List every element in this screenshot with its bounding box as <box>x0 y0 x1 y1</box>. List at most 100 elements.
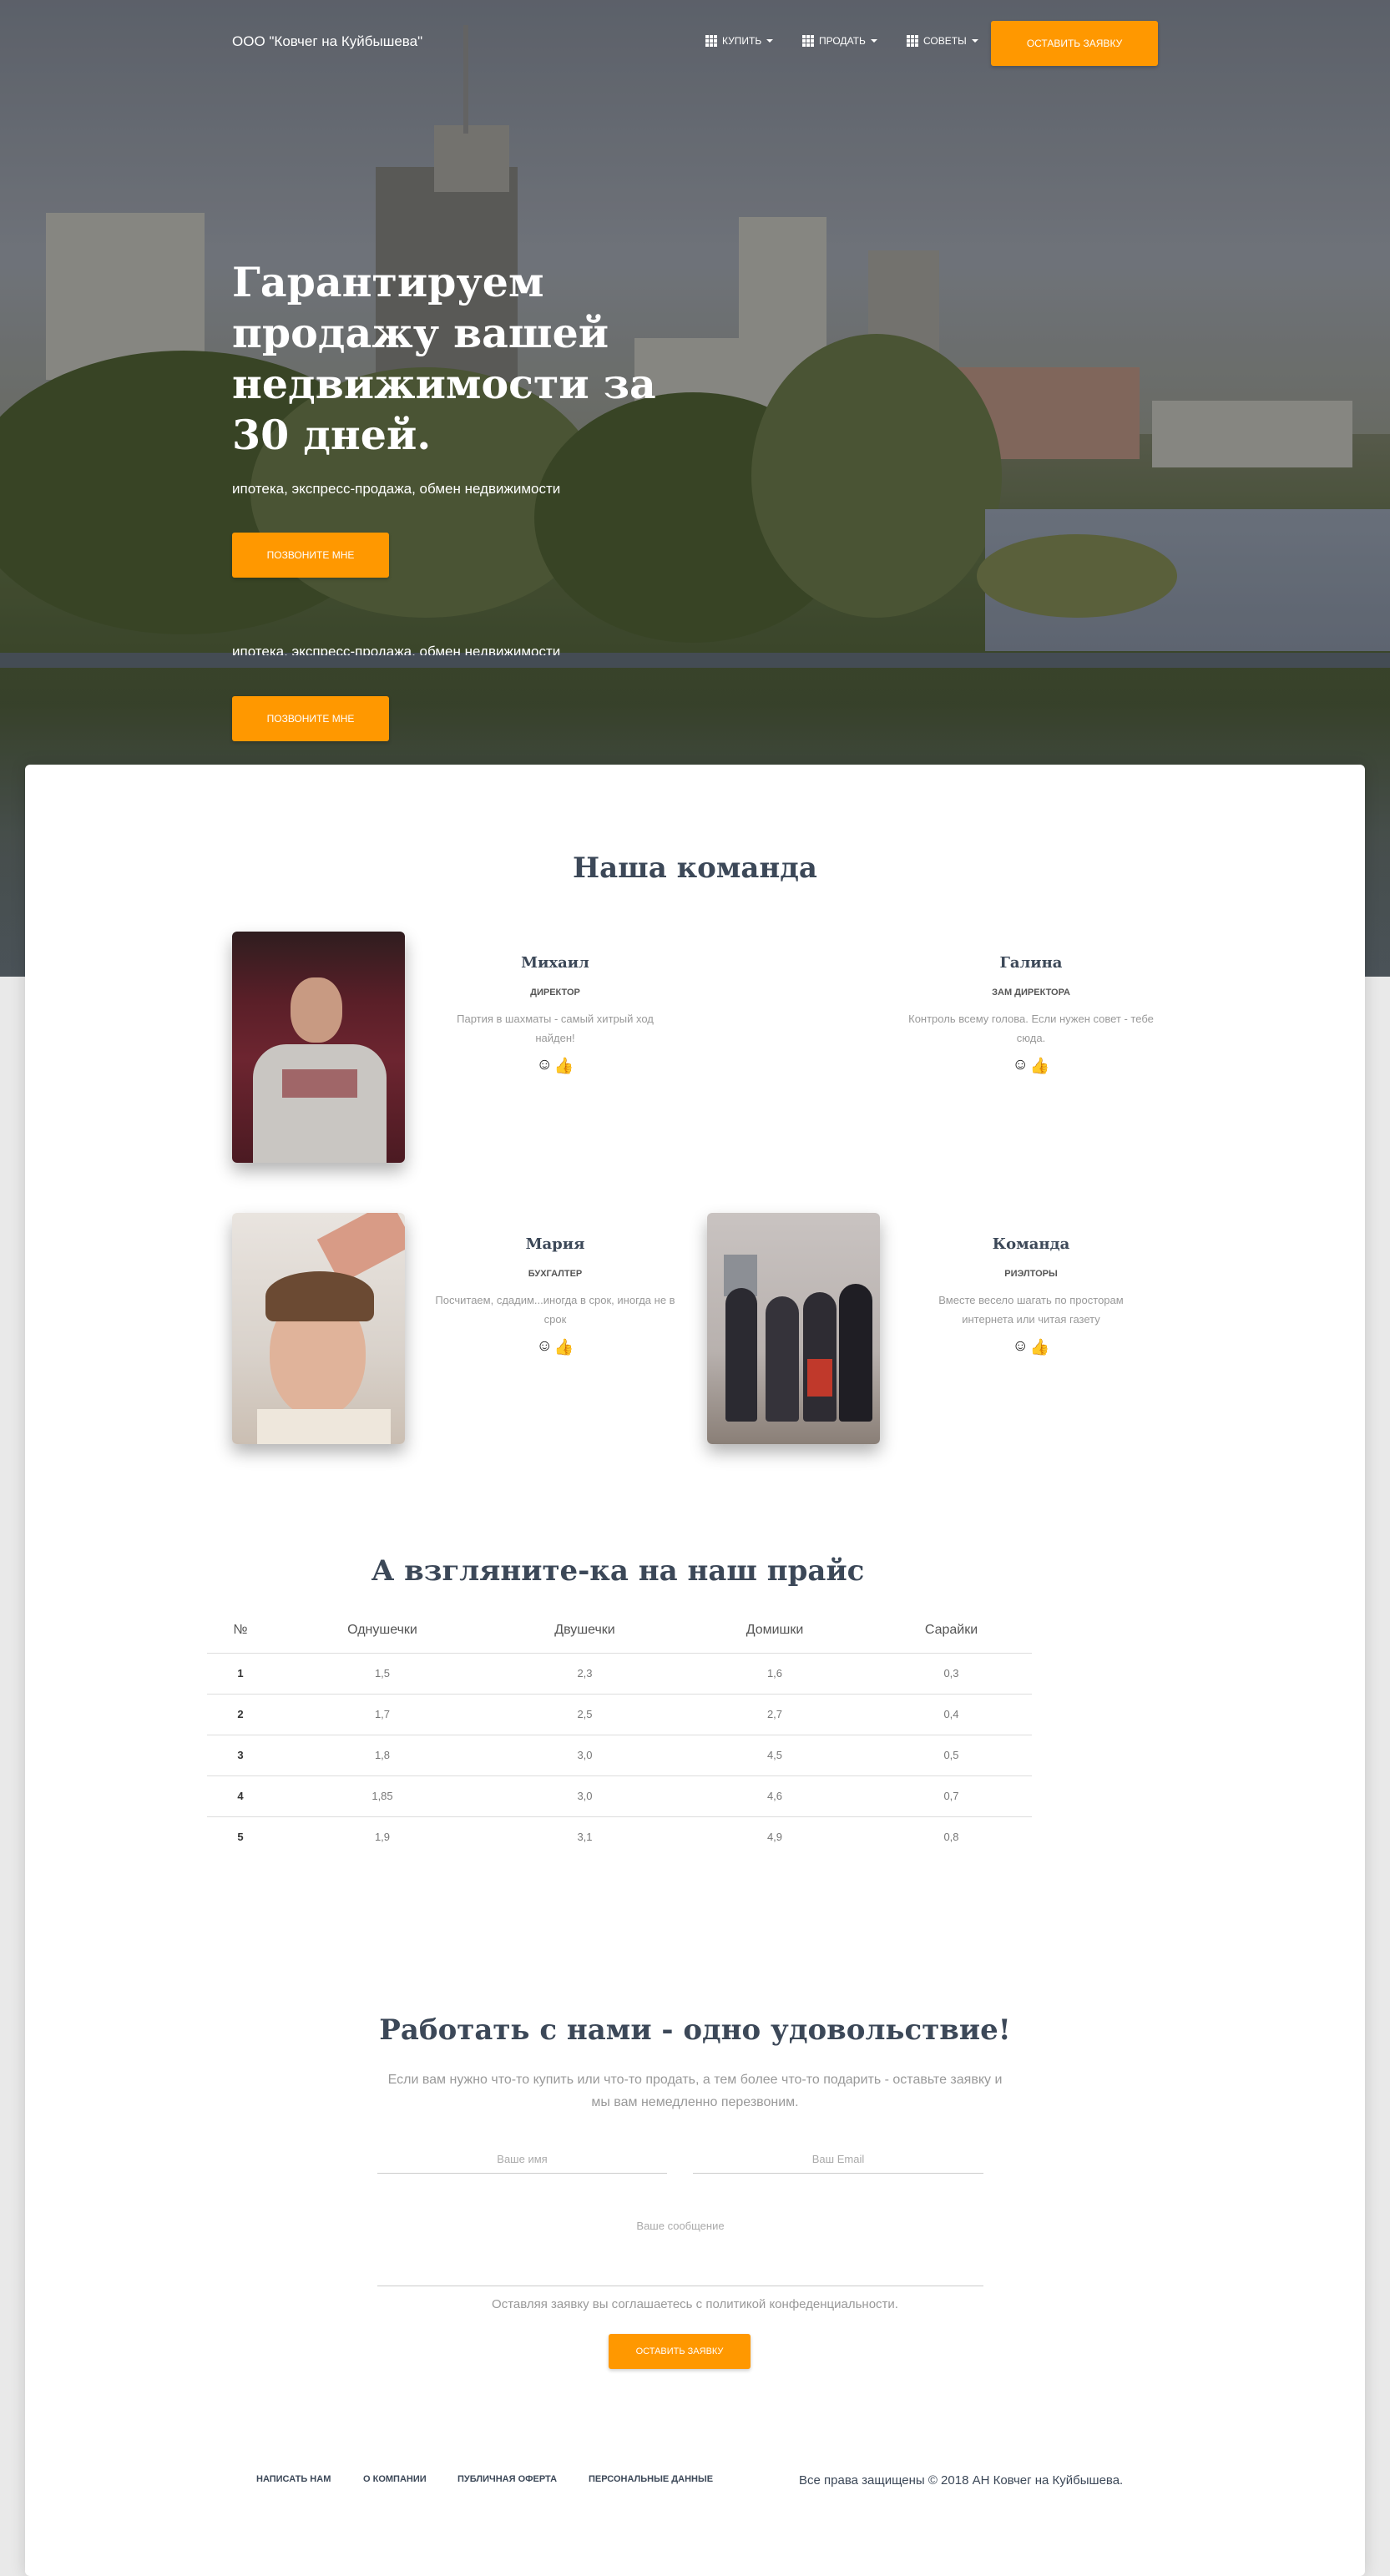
contact-title: Работать с нами - одно удовольствие! <box>379 2013 1011 2047</box>
thumbs-up-icon[interactable]: 👍 <box>1030 1056 1050 1076</box>
table-header-cell: Сарайки <box>871 1608 1032 1654</box>
photo-person <box>839 1284 872 1422</box>
table-cell: 2 <box>207 1694 274 1735</box>
table-cell: 3,0 <box>491 1735 679 1776</box>
footer-link-contact[interactable]: НАПИСАТЬ НАМ <box>256 2474 331 2484</box>
hero-subtitle: ипотека, экспресс-продажа, обмен недвижи… <box>232 481 561 497</box>
table-cell: 4 <box>207 1775 274 1817</box>
nav-request-button[interactable]: ОСТАВИТЬ ЗАЯВКУ <box>991 21 1158 66</box>
table-cell: 2,7 <box>679 1694 871 1735</box>
footer-link-personal-data[interactable]: ПЕРСОНАЛЬНЫЕ ДАННЫЕ <box>589 2474 713 2484</box>
table-cell: 1,6 <box>679 1653 871 1695</box>
photo-person <box>766 1296 799 1422</box>
nav-buy-label: КУПИТЬ <box>722 35 762 47</box>
table-header-cell: Однушечки <box>274 1608 491 1654</box>
photo-shirt-print <box>282 1069 357 1098</box>
photo-team <box>707 1213 880 1444</box>
table-cell: 0,4 <box>871 1694 1032 1735</box>
smile-icon[interactable]: ☺ <box>536 1337 552 1357</box>
member-role: БУХГАЛТЕР <box>528 1269 583 1279</box>
member-name: Михаил <box>521 954 589 972</box>
photo-top <box>257 1409 391 1444</box>
photo-person <box>803 1292 837 1422</box>
member-role: ЗАМ ДИРЕКТОРА <box>992 987 1070 998</box>
member-desc: Контроль всему голова. Если нужен совет … <box>908 1013 1154 1044</box>
privacy-notice: Оставляя заявку вы соглашаетесь с полити… <box>492 2297 898 2311</box>
apps-icon <box>802 35 814 47</box>
table-cell: 1,85 <box>274 1775 491 1817</box>
table-cell: 5 <box>237 1831 244 1844</box>
table-cell: 2,3 <box>491 1653 679 1695</box>
nav-tips[interactable]: СОВЕТЫ <box>907 35 978 47</box>
call-me-button-duplicate[interactable]: ПОЗВОНИТЕ МНЕ <box>232 696 389 741</box>
pricing-table: № Однушечки Двушечки Домишки Сарайки 1 1… <box>207 1608 1032 1857</box>
table-header-cell: Домишки <box>679 1608 871 1654</box>
table-cell: 1,5 <box>274 1653 491 1695</box>
nav-tips-label: СОВЕТЫ <box>923 35 967 47</box>
photo-hair <box>265 1271 374 1321</box>
thumbs-up-icon[interactable]: 👍 <box>1030 1337 1050 1357</box>
caret-down-icon <box>766 39 774 43</box>
footer-link-offer[interactable]: ПУБЛИЧНАЯ ОФЕРТА <box>457 2474 557 2484</box>
nav-buy[interactable]: КУПИТЬ <box>705 35 774 47</box>
photo-mikhail <box>232 932 405 1163</box>
thumbs-up-icon[interactable]: 👍 <box>554 1056 574 1076</box>
table-cell: 0,8 <box>943 1831 959 1844</box>
table-cell: 1,8 <box>274 1735 491 1776</box>
member-role: ДИРЕКТОР <box>530 987 580 998</box>
table-cell: 0,3 <box>871 1653 1032 1695</box>
table-cell: 4,6 <box>679 1775 871 1817</box>
member-name: Галина <box>999 954 1063 972</box>
table-header-cell: № <box>207 1608 274 1654</box>
pricing-title: А взгляните-ка на наш прайс <box>371 1554 865 1588</box>
table-cell: 2,5 <box>491 1694 679 1735</box>
contact-intro: Если вам нужно что-то купить или что-то … <box>387 2073 1003 2109</box>
table-header-cell: Двушечки <box>491 1608 679 1654</box>
submit-request-button[interactable]: ОСТАВИТЬ ЗАЯВКУ <box>609 2334 751 2369</box>
footer-link-about[interactable]: О КОМПАНИИ <box>363 2474 427 2484</box>
table-cell: 4,5 <box>679 1735 871 1776</box>
table-header: № Однушечки Двушечки Домишки Сарайки <box>207 1608 1032 1654</box>
table-row: 4 1,85 3,0 4,6 0,7 <box>207 1775 1032 1817</box>
apps-icon <box>705 35 717 47</box>
member-name: Команда <box>992 1235 1070 1253</box>
caret-down-icon <box>870 39 877 43</box>
table-cell: 0,5 <box>871 1735 1032 1776</box>
table-row: 5 1,9 3,1 4,9 0,8 <box>207 1816 1032 1857</box>
nav-sell[interactable]: ПРОДАТЬ <box>802 35 877 47</box>
name-field[interactable]: Ваше имя <box>377 2150 667 2174</box>
email-field[interactable]: Ваш Email <box>693 2150 983 2174</box>
smile-icon[interactable]: ☺ <box>536 1056 552 1076</box>
table-cell: 0,7 <box>871 1775 1032 1817</box>
thumbs-up-icon[interactable]: 👍 <box>554 1337 574 1357</box>
member-desc: Вместе весело шагать по просторам интерн… <box>938 1294 1124 1326</box>
team-title: Наша команда <box>573 851 817 885</box>
table-row: 1 1,5 2,3 1,6 0,3 <box>207 1653 1032 1695</box>
table-cell: 3,0 <box>491 1775 679 1817</box>
member-icons: ☺ 👍 <box>447 1056 664 1076</box>
table-row: 2 1,7 2,5 2,7 0,4 <box>207 1694 1032 1735</box>
table-cell: 1 <box>207 1653 274 1695</box>
photo-face <box>291 977 342 1043</box>
photo-maria <box>232 1213 405 1444</box>
member-icons: ☺ 👍 <box>918 1337 1144 1357</box>
table-cell: 3,1 <box>577 1831 593 1844</box>
table-cell: 1,9 <box>374 1831 391 1844</box>
table-cell: 3 <box>207 1735 274 1776</box>
member-role: РИЭЛТОРЫ <box>1004 1269 1058 1279</box>
hero-title: Гарантируем продажу вашей недвижимости з… <box>232 258 656 459</box>
nav-sell-label: ПРОДАТЬ <box>819 35 866 47</box>
call-me-button[interactable]: ПОЗВОНИТЕ МНЕ <box>232 533 389 578</box>
table-cell: 1,7 <box>274 1694 491 1735</box>
member-icons: ☺ 👍 <box>918 1056 1144 1076</box>
table-row: 3 1,8 3,0 4,5 0,5 <box>207 1735 1032 1776</box>
member-icons: ☺ 👍 <box>447 1337 664 1357</box>
apps-icon <box>907 35 918 47</box>
photo-person <box>725 1288 757 1422</box>
smile-icon[interactable]: ☺ <box>1012 1056 1028 1076</box>
brand-logo[interactable]: ООО "Ковчег на Куйбышева" <box>232 33 422 50</box>
photo-shirt <box>253 1044 387 1163</box>
smile-icon[interactable]: ☺ <box>1012 1337 1028 1357</box>
message-field[interactable]: Ваше сообщение <box>377 2216 983 2286</box>
photo-detail <box>807 1359 832 1397</box>
